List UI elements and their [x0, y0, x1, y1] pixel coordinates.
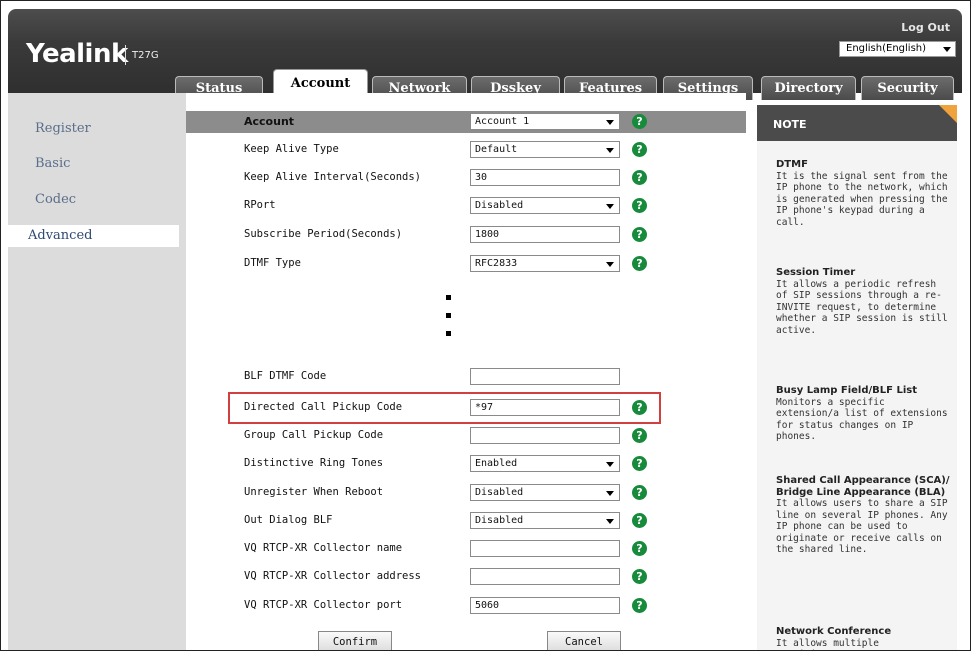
language-select[interactable]: English(English): [839, 41, 956, 57]
help-icon[interactable]: ?: [632, 598, 647, 613]
language-value: English(English): [846, 43, 927, 54]
out-dialog-blf-select[interactable]: Disabled: [470, 512, 620, 529]
top-header: Yealink T27G Log Out English(English) St…: [8, 9, 962, 101]
distinctive-ring-tones-select[interactable]: Enabled: [470, 455, 620, 472]
note-text: It allows a periodic refresh of SIP sess…: [776, 278, 948, 336]
ellipsis-dot: [446, 313, 451, 318]
yealink-logo: Yealink: [26, 39, 128, 69]
vq-collector-address-label: VQ RTCP-XR Collector address: [244, 570, 422, 582]
help-icon[interactable]: ?: [632, 400, 647, 415]
note-corner-fold: [939, 105, 957, 123]
unregister-when-reboot-label: Unregister When Reboot: [244, 486, 384, 498]
keep-alive-interval-input[interactable]: 30: [470, 169, 620, 186]
note-dtmf: DTMF It is the signal sent from the IP p…: [776, 159, 951, 228]
vq-collector-name-label: VQ RTCP-XR Collector name: [244, 542, 403, 554]
logout-link[interactable]: Log Out: [901, 21, 950, 34]
note-heading: Shared Call Appearance (SCA)/ Bridge Lin…: [776, 475, 950, 498]
vq-collector-port-input[interactable]: 5060: [470, 597, 620, 614]
tab-directory[interactable]: Directory: [761, 76, 856, 100]
note-heading: Busy Lamp Field/BLF List: [776, 385, 917, 396]
logo-separator: [125, 45, 126, 65]
note-text: It is the signal sent from the IP phone …: [776, 170, 948, 228]
note-sca-bla: Shared Call Appearance (SCA)/ Bridge Lin…: [776, 475, 951, 556]
account-select[interactable]: Account 1: [470, 113, 620, 130]
note-title: NOTE: [773, 118, 807, 131]
subscribe-period-input[interactable]: 1800: [470, 226, 620, 243]
sidebar-item-label: Advanced: [28, 228, 93, 243]
rport-select[interactable]: Disabled: [470, 197, 620, 214]
help-icon[interactable]: ?: [632, 569, 647, 584]
keep-alive-interval-label: Keep Alive Interval(Seconds): [244, 171, 422, 183]
help-icon[interactable]: ?: [632, 142, 647, 157]
note-heading: Session Timer: [776, 267, 856, 278]
tab-security[interactable]: Security: [861, 76, 954, 100]
note-text: Monitors a specific extension/a list of …: [776, 396, 948, 443]
help-icon[interactable]: ?: [632, 485, 647, 500]
group-call-pickup-code-label: Group Call Pickup Code: [244, 429, 384, 441]
note-text: It allows multiple participants: [776, 637, 879, 651]
help-icon[interactable]: ?: [632, 456, 647, 471]
blf-dtmf-code-label: BLF DTMF Code: [244, 370, 327, 382]
help-icon[interactable]: ?: [632, 170, 647, 185]
help-icon[interactable]: ?: [632, 256, 647, 271]
sidebar-item-codec[interactable]: Codec: [35, 192, 76, 207]
cancel-button[interactable]: Cancel: [547, 631, 621, 650]
note-heading: Network Conference: [776, 626, 892, 637]
help-icon[interactable]: ?: [632, 541, 647, 556]
vq-collector-port-label: VQ RTCP-XR Collector port: [244, 599, 403, 611]
out-dialog-blf-label: Out Dialog BLF: [244, 514, 333, 526]
account-label: Account: [244, 115, 295, 128]
keep-alive-type-label: Keep Alive Type: [244, 143, 339, 155]
sidebar-item-advanced[interactable]: Advanced: [1, 225, 179, 247]
dtmf-type-label: DTMF Type: [244, 257, 301, 269]
chevron-down-icon: [943, 47, 951, 52]
ellipsis-dot: [446, 295, 451, 300]
group-call-pickup-code-input[interactable]: [470, 427, 620, 444]
help-icon[interactable]: ?: [632, 227, 647, 242]
blf-dtmf-code-input[interactable]: [470, 368, 620, 385]
help-icon[interactable]: ?: [632, 513, 647, 528]
vq-collector-name-input[interactable]: [470, 540, 620, 557]
browser-frame: Yealink T27G Log Out English(English) St…: [0, 0, 971, 651]
distinctive-ring-tones-label: Distinctive Ring Tones: [244, 457, 384, 469]
subscribe-period-label: Subscribe Period(Seconds): [244, 228, 403, 240]
note-header: NOTE: [757, 105, 957, 141]
help-icon[interactable]: ?: [632, 428, 647, 443]
sidebar-item-basic[interactable]: Basic: [35, 156, 70, 171]
note-heading: DTMF: [776, 159, 808, 170]
vq-collector-address-input[interactable]: [470, 568, 620, 585]
left-sidebar: [8, 93, 186, 650]
ellipsis-dot: [446, 331, 451, 336]
rport-label: RPort: [244, 199, 276, 211]
directed-call-pickup-code-input[interactable]: *97: [470, 399, 620, 416]
note-network-conference: Network Conference It allows multiple pa…: [776, 626, 951, 651]
confirm-button[interactable]: Confirm: [318, 631, 392, 650]
help-icon[interactable]: ?: [632, 114, 647, 129]
note-text: It allows users to share a SIP line on s…: [776, 498, 948, 555]
model-label: T27G: [132, 50, 159, 61]
note-session-timer: Session Timer It allows a periodic refre…: [776, 267, 951, 336]
help-icon[interactable]: ?: [632, 198, 647, 213]
keep-alive-type-select[interactable]: Default: [470, 141, 620, 158]
directed-call-pickup-code-label: Directed Call Pickup Code: [244, 401, 403, 413]
dtmf-type-select[interactable]: RFC2833: [470, 255, 620, 272]
unregister-when-reboot-select[interactable]: Disabled: [470, 484, 620, 501]
sidebar-item-register[interactable]: Register: [35, 121, 91, 136]
note-blf: Busy Lamp Field/BLF List Monitors a spec…: [776, 385, 951, 443]
